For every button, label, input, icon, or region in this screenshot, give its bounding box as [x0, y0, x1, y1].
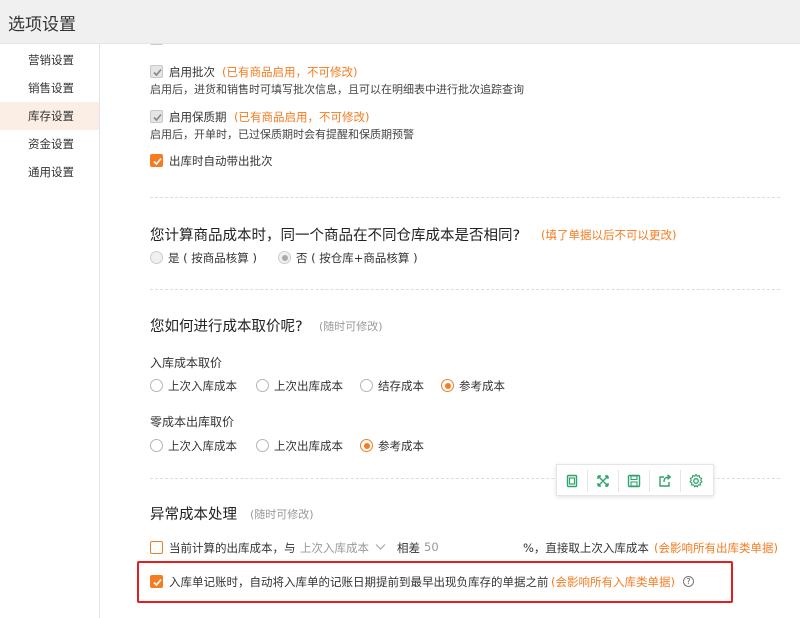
backdate-inbound-checkbox[interactable] [150, 575, 163, 588]
copy-icon[interactable] [560, 469, 584, 493]
section-divider [150, 289, 780, 290]
auto-batch-label: 出库时自动带出批次 [169, 154, 273, 168]
inbound-radio-reference[interactable] [441, 379, 454, 392]
batch-description: 启用后，进货和销售时可填写批次信息，且可以在明细表中进行批次追踪查询 [150, 83, 524, 96]
batch-label: 启用批次 [169, 65, 215, 79]
cost-same-option-no: 否 ( 按仓库+商品核算 ) [296, 251, 418, 265]
zero-radio-reference[interactable] [360, 439, 373, 452]
zero-cost-title: 零成本出库取价 [150, 415, 235, 429]
floating-toolbar [556, 464, 714, 496]
gear-icon[interactable] [684, 469, 708, 493]
sidebar-item-inventory[interactable]: 库存设置 [0, 102, 99, 130]
zero-option-last-in: 上次入库成本 [168, 439, 237, 453]
window-title: 选项设置 [8, 15, 76, 35]
inbound-option-balance: 结存成本 [378, 379, 424, 393]
save-icon[interactable] [622, 469, 646, 493]
help-icon-glyph: ? [686, 577, 691, 586]
zero-option-last-out: 上次出库成本 [274, 439, 343, 453]
sidebar-item-sales[interactable]: 销售设置 [0, 74, 99, 102]
abnormal-cost-checkbox[interactable] [150, 541, 163, 554]
inbound-cost-title: 入库成本取价 [150, 356, 223, 370]
abnormal-cost-title: 异常成本处理 [150, 507, 237, 523]
zero-radio-last-in[interactable] [150, 439, 163, 452]
abnormal-row-suffix: %，直接取上次入库成本 [523, 541, 649, 555]
cost-same-radio-yes [150, 251, 163, 264]
zero-radio-last-out[interactable] [256, 439, 269, 452]
clipped-checkbox [150, 44, 163, 45]
cost-same-option-yes: 是 ( 按商品核算 ) [168, 251, 257, 265]
section-divider [150, 197, 780, 198]
title-bar: 选项设置 [0, 0, 800, 44]
inbound-option-last-in: 上次入库成本 [168, 379, 237, 393]
batch-checkbox [150, 65, 163, 78]
zero-option-reference: 参考成本 [378, 439, 424, 453]
sidebar-item-general[interactable]: 通用设置 [0, 158, 99, 186]
sidebar-item-marketing[interactable]: 营销设置 [0, 46, 99, 74]
cost-same-radio-no [278, 251, 291, 264]
settings-content: 启用批次 (已有商品启用，不可修改) 启用后，进货和销售时可填写批次信息，且可以… [100, 44, 800, 618]
sidebar: 营销设置 销售设置 库存设置 资金设置 通用设置 [0, 44, 100, 618]
shelf-life-checkbox [150, 110, 163, 123]
clipped-row [150, 44, 360, 46]
inbound-radio-balance[interactable] [360, 379, 373, 392]
inbound-option-reference: 参考成本 [459, 379, 505, 393]
fullscreen-icon[interactable] [591, 469, 615, 493]
abnormal-row-note: (会影响所有出库类单据) [654, 541, 778, 555]
shelf-life-description: 启用后，开单时，已过保质期时会有提醒和保质期预警 [150, 128, 414, 141]
help-icon[interactable]: ? [683, 576, 694, 587]
abnormal-diff-input[interactable]: 50 [424, 540, 439, 554]
abnormal-cost-hint: (随时可修改) [250, 508, 314, 521]
batch-note: (已有商品启用，不可修改) [222, 65, 358, 79]
cost-method-question: 您如何进行成本取价呢? [150, 319, 303, 335]
chevron-down-icon[interactable] [375, 543, 386, 551]
sidebar-item-funds[interactable]: 资金设置 [0, 130, 99, 158]
backdate-inbound-note: (会影响所有入库类单据) [551, 575, 675, 589]
share-icon[interactable] [653, 469, 677, 493]
cost-same-note: (填了单据以后不可以更改) [541, 228, 677, 242]
abnormal-diff-label: 相差 [397, 541, 420, 555]
abnormal-cost-select[interactable]: 上次入库成本 [300, 540, 369, 556]
backdate-inbound-label: 入库单记账时，自动将入库单的记账日期提前到最早出现负库存的单据之前 [169, 575, 549, 589]
shelf-life-note: (已有商品启用，不可修改) [234, 110, 370, 124]
shelf-life-label: 启用保质期 [169, 110, 227, 124]
inbound-option-last-out: 上次出库成本 [274, 379, 343, 393]
cost-method-hint: (随时可修改) [319, 320, 383, 333]
abnormal-row-prefix: 当前计算的出库成本，与 [169, 541, 296, 555]
inbound-radio-last-in[interactable] [150, 379, 163, 392]
cost-same-question: 您计算商品成本时，同一个商品在不同仓库成本是否相同? [150, 228, 521, 244]
inbound-radio-last-out[interactable] [256, 379, 269, 392]
auto-batch-checkbox[interactable] [150, 154, 163, 167]
